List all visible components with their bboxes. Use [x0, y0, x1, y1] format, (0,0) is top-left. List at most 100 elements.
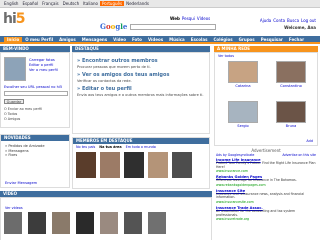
ad-url[interactable]: www.rebanksgoldenpages.com: [216, 183, 316, 187]
friend-photo[interactable]: [228, 61, 258, 83]
ad-item: Rebanks Golden Pages Offers our leverage…: [214, 174, 318, 188]
news-item[interactable]: » Fixes: [5, 153, 65, 158]
ads-panel: Advertisement Ads by Googlesyndicate Adv…: [214, 148, 318, 221]
video-thumbnail[interactable]: [148, 212, 166, 234]
search-input[interactable]: [130, 23, 217, 30]
friend-name[interactable]: Constantino: [271, 84, 311, 88]
nav-home[interactable]: Início: [4, 36, 23, 42]
video-panel: VÍDEO Ver vídeos: [0, 191, 212, 240]
nav-friends[interactable]: Amigos: [56, 37, 79, 42]
nav-schools[interactable]: Escolas: [188, 37, 211, 42]
center-column: DESTAQUE » Encontrar outros membros Proc…: [72, 46, 210, 189]
see-videos-link[interactable]: Ver vídeos: [5, 206, 23, 210]
friend-card[interactable]: Sergio: [223, 101, 263, 128]
video-thumbnail[interactable]: [52, 212, 70, 234]
nav-messages[interactable]: Mensagens: [79, 37, 110, 42]
nav-videos[interactable]: Vídeos: [145, 37, 166, 42]
language-bar: English Español Français Deutsch Italian…: [0, 0, 320, 8]
nav-groups[interactable]: Grupos: [236, 37, 258, 42]
save-url-button[interactable]: Guardar: [4, 99, 24, 104]
member-photo[interactable]: [100, 152, 120, 178]
tab-world[interactable]: Em todo o mundo: [126, 145, 156, 149]
friends-of-friends-link[interactable]: » Ver os amigos dos teus amigos: [77, 72, 205, 78]
friend-card[interactable]: Catarina: [223, 61, 263, 88]
advertise-link[interactable]: Advertise on this site: [282, 153, 316, 157]
friend-card[interactable]: Bruna: [271, 101, 311, 128]
member-photo[interactable]: [172, 152, 192, 178]
friend-name[interactable]: Catarina: [223, 84, 263, 88]
help-link[interactable]: Ajuda: [260, 18, 271, 23]
video-thumbnail[interactable]: [100, 212, 118, 234]
nav-colleges[interactable]: Colégios: [210, 37, 235, 42]
video-thumbnail[interactable]: [4, 212, 22, 234]
ad-url[interactable]: www.insurance.com: [216, 169, 316, 173]
featured-members-panel: MEMBROS EM DESTAQUE No teu país Na tua á…: [72, 137, 210, 189]
video-thumbnails: [4, 212, 166, 234]
friend-photo[interactable]: [276, 61, 306, 83]
top-links: Ajuda Conta Busca Log out: [260, 18, 316, 23]
nav-music[interactable]: Música: [166, 37, 188, 42]
video-thumbnail[interactable]: [124, 212, 142, 234]
friend-name[interactable]: Sergio: [223, 124, 263, 128]
view-profile-link[interactable]: Ver o meu perfil: [29, 68, 58, 73]
featured-panel: » Encontrar outros membros Procurar pess…: [72, 52, 210, 134]
edit-profile-feature-desc: Envia aos teus amigos e a outros membros…: [77, 93, 204, 97]
ads-by-google-link[interactable]: Ads by Googlesyndicate: [216, 153, 254, 157]
find-members-desc: Procurar pessoas que morem perto de ti.: [77, 65, 151, 69]
member-photo[interactable]: [148, 152, 168, 178]
profile-box: Carregar fotos Editar o perfil Ver o meu…: [0, 52, 70, 128]
ad-url[interactable]: www.insuretrade.org: [216, 217, 316, 221]
friend-photo[interactable]: [276, 101, 306, 123]
lang-german[interactable]: Deutsch: [61, 1, 81, 6]
nav-close[interactable]: Fechar: [286, 37, 307, 42]
edit-profile-feature-link[interactable]: » Editar o teu perfil: [77, 86, 205, 92]
header: hi5 Web Pesqui Vídeos Google Ajuda Conta…: [0, 8, 320, 36]
lang-dutch[interactable]: Nederlands: [124, 1, 151, 6]
find-members-link[interactable]: » Encontrar outros membros: [77, 58, 205, 64]
search-tab-pesqui[interactable]: Pesqui: [182, 16, 195, 21]
featured-members-tabs: No teu país Na tua área Em todo o mundo: [73, 144, 209, 150]
lang-italian[interactable]: Italiano: [81, 1, 100, 6]
url-input[interactable]: [4, 91, 68, 96]
video-thumbnail[interactable]: [76, 212, 94, 234]
lang-spanish[interactable]: Español: [20, 1, 40, 6]
nav-photo[interactable]: Foto: [129, 37, 145, 42]
tab-area[interactable]: Na tua área: [99, 145, 121, 149]
search-link[interactable]: Busca: [287, 18, 299, 23]
radio-friends[interactable]: O Amigos: [4, 117, 42, 122]
profile-links: Carregar fotos Editar o perfil Ver o meu…: [29, 58, 58, 73]
search-tabs: Web Pesqui Vídeos: [170, 16, 210, 21]
friend-name[interactable]: Bruna: [271, 124, 311, 128]
ad-desc: An association for the accounting and ta…: [216, 208, 296, 217]
hi5-logo[interactable]: hi5: [3, 11, 29, 27]
google-logo: Google: [100, 22, 128, 31]
send-message-link[interactable]: Enviar Mensagem: [5, 181, 37, 185]
ad-item: Income Life Insurance Protect Your Famil…: [214, 157, 318, 174]
nav-video[interactable]: Vídeo: [110, 37, 129, 42]
account-link[interactable]: Conta: [273, 18, 285, 23]
google-search: Google: [100, 22, 217, 31]
status-radio-group: O Enviar ao meu perfil O Todos O Amigos: [4, 107, 42, 122]
logout-link[interactable]: Log out: [301, 18, 316, 23]
member-photos: [76, 152, 192, 178]
nav-profile[interactable]: O meu Perfil: [22, 37, 56, 42]
video-thumbnail[interactable]: [28, 212, 46, 234]
member-photo[interactable]: [124, 152, 144, 178]
right-column: A MINHA REDE Ver todos Catarina Constant…: [214, 46, 318, 221]
welcome-text: Welcome, Ana: [284, 25, 316, 30]
ad-url[interactable]: www.insurancesite.com: [216, 200, 316, 204]
profile-photo[interactable]: [4, 57, 26, 81]
nav-search[interactable]: Pesquisar: [258, 37, 286, 42]
member-photo[interactable]: [76, 152, 96, 178]
lang-portuguese[interactable]: Português: [99, 1, 125, 6]
see-all-friends-link[interactable]: Ver todos: [215, 53, 317, 59]
tab-country[interactable]: No teu país: [76, 145, 95, 149]
search-tab-videos[interactable]: Vídeos: [197, 16, 210, 21]
lang-english[interactable]: English: [2, 1, 20, 6]
friend-photo[interactable]: [228, 101, 258, 123]
search-tab-web[interactable]: Web: [170, 16, 180, 21]
friend-card[interactable]: Constantino: [271, 61, 311, 88]
lang-french[interactable]: Français: [40, 1, 61, 6]
url-label: Escolher seu URL pessoal no hi5: [4, 85, 63, 89]
add-friend-link[interactable]: Add: [306, 139, 313, 143]
